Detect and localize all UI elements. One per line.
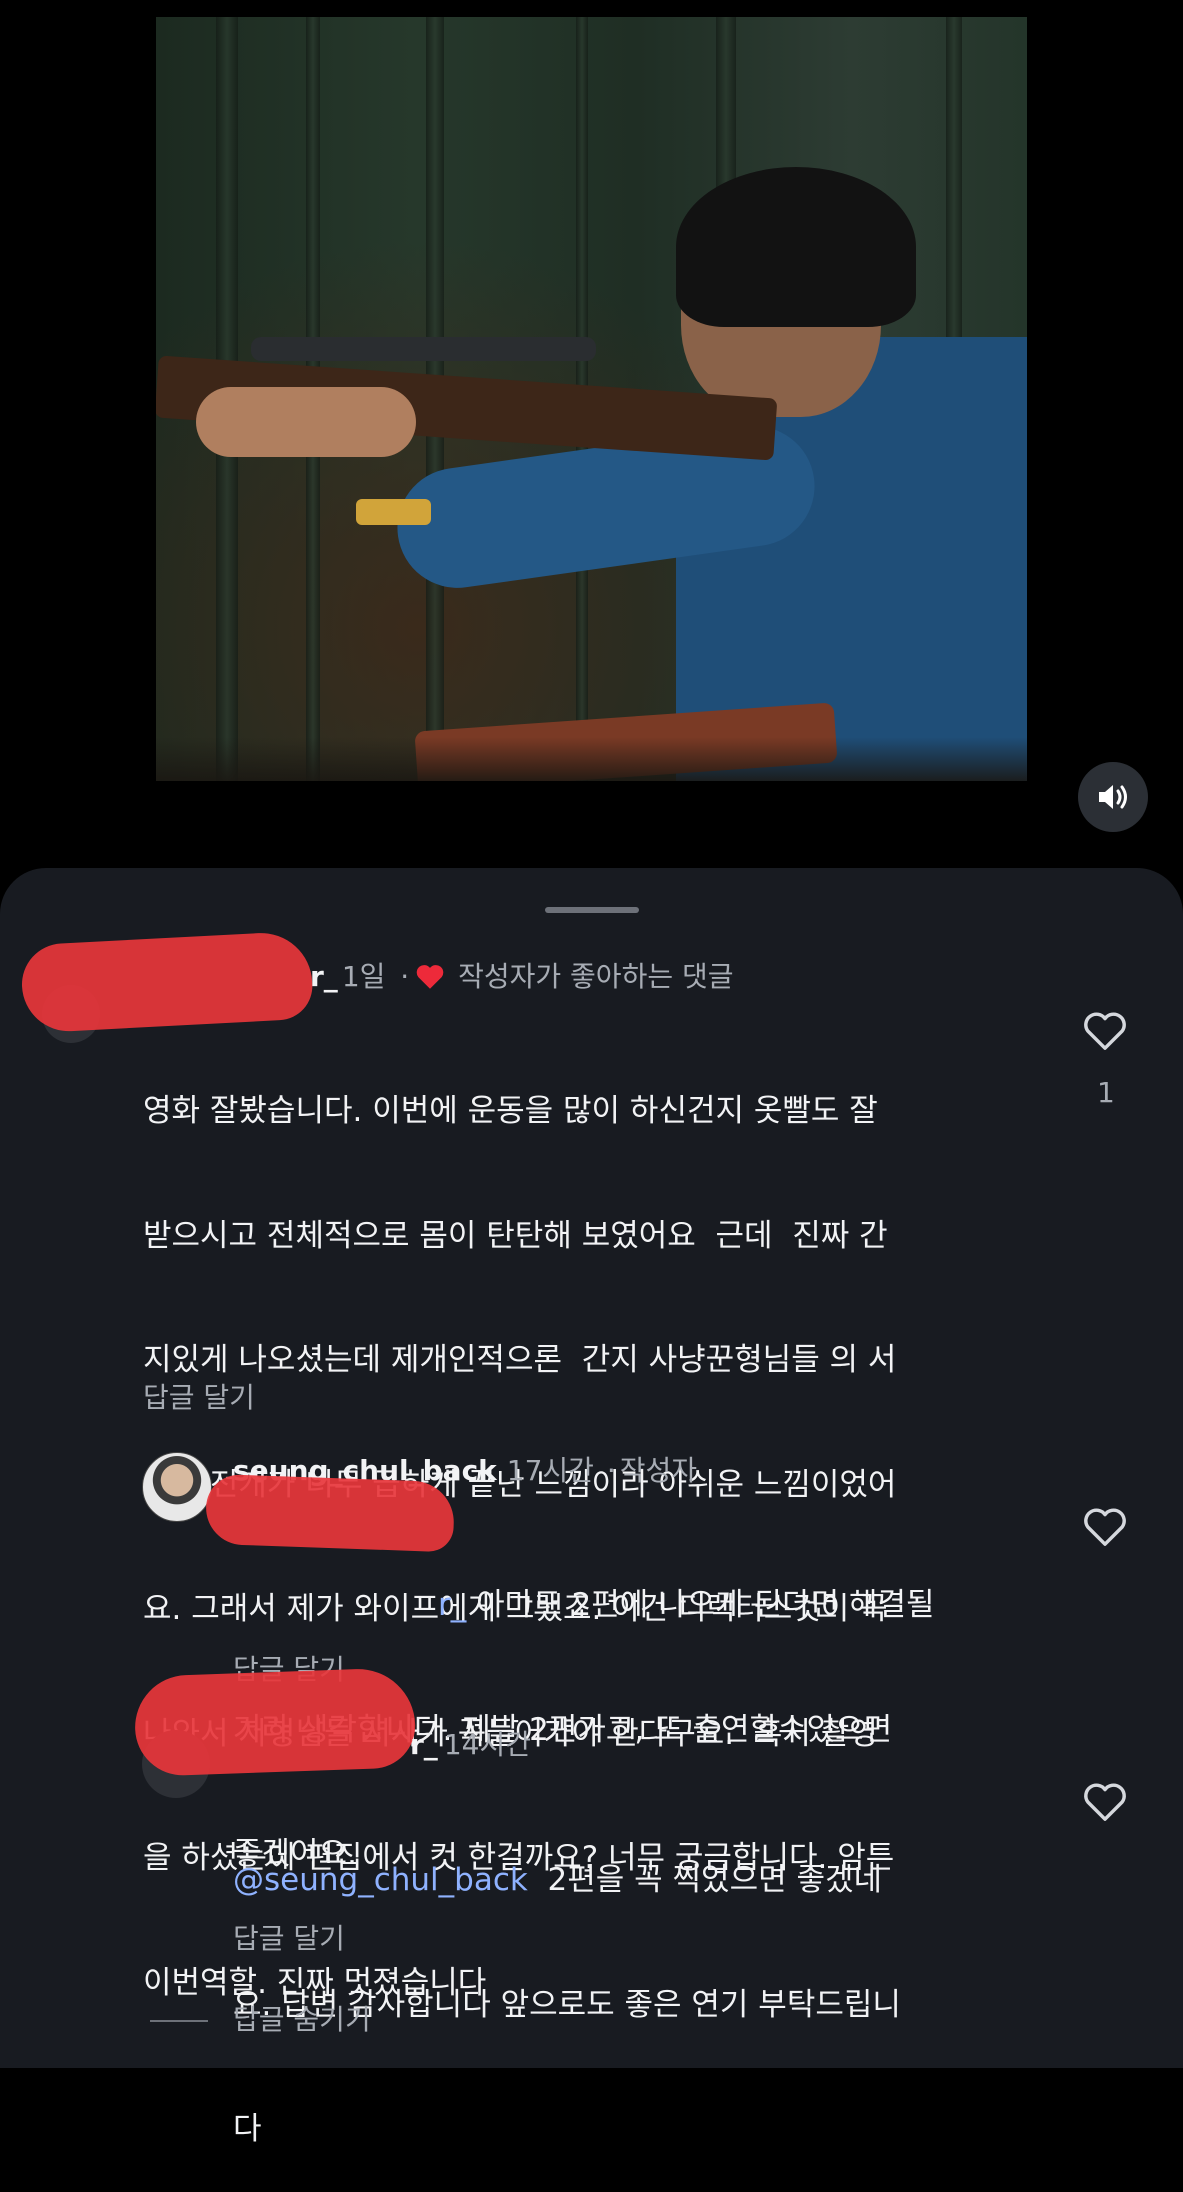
reply-line: 다	[233, 2111, 262, 2147]
mention-suffix[interactable]: r_	[438, 1587, 466, 1623]
username-suffix[interactable]: r_	[310, 960, 338, 993]
username-suffix[interactable]: r_	[410, 1728, 438, 1761]
like-heart-icon[interactable]	[1082, 1010, 1128, 1052]
reply-first-line: 아마도 2편에 나오게 된다면 해결될	[466, 1587, 935, 1623]
comment-time: 1일	[341, 960, 386, 993]
reel-video-area	[0, 0, 1183, 870]
divider-line	[150, 2020, 208, 2022]
separator: ·	[606, 1454, 616, 1487]
comment-line: 받으시고 전체적으로 몸이 탄탄해 보였어요 근데 진짜 간	[143, 1217, 888, 1254]
heart-filled-icon	[416, 965, 444, 989]
reel-video[interactable]	[156, 17, 1027, 781]
mute-toggle-button[interactable]	[1078, 762, 1148, 832]
reply-line: @seung_chul_back 2편을 꼭 찍었으면 좋겠네	[233, 1860, 901, 1902]
reply-line: r_ 아마도 2편에 나오게 된다면 해결될	[233, 1585, 935, 1627]
reply-meta: r_ 14시간	[410, 1727, 531, 1763]
drag-handle[interactable]	[545, 907, 639, 913]
avatar[interactable]	[142, 1452, 212, 1522]
like-heart-icon[interactable]	[1082, 1781, 1128, 1823]
reply-button[interactable]: 답글 달기	[143, 1380, 255, 1416]
like-heart-icon[interactable]	[1082, 1506, 1128, 1548]
comment-line: 지있게 나오셨는데 제개인적으론 간지 사냥꾼형님들 의 서	[143, 1342, 897, 1378]
comment-meta: r_ 1일 · 작성자가 좋아하는 댓글	[310, 959, 734, 995]
reply-time: 17시간	[506, 1454, 594, 1487]
like-count: 1	[1097, 1076, 1115, 1109]
hide-replies-button[interactable]: 답글 숨기기	[233, 2002, 371, 2038]
reply-button[interactable]: 답글 달기	[233, 1921, 345, 1957]
reply-text: @seung_chul_back 2편을 꼭 찍었으면 좋겠네 요. 답변 감사…	[233, 1777, 901, 2192]
separator: ·	[400, 960, 410, 993]
speaker-icon	[1099, 785, 1127, 809]
author-label: 작성자	[619, 1454, 698, 1487]
reply-first-line: 2편을 꼭 찍었으면 좋겠네	[527, 1862, 883, 1898]
reply-time: 14시간	[443, 1728, 531, 1761]
mention[interactable]: @seung_chul_back	[233, 1862, 528, 1898]
comment-line: 영화 잘봤습니다. 이번에 운동을 많이 하신건지 옷빨도 잘	[143, 1093, 878, 1129]
redaction-mark	[133, 1667, 417, 1777]
author-liked-badge: 작성자가 좋아하는 댓글	[458, 960, 734, 993]
